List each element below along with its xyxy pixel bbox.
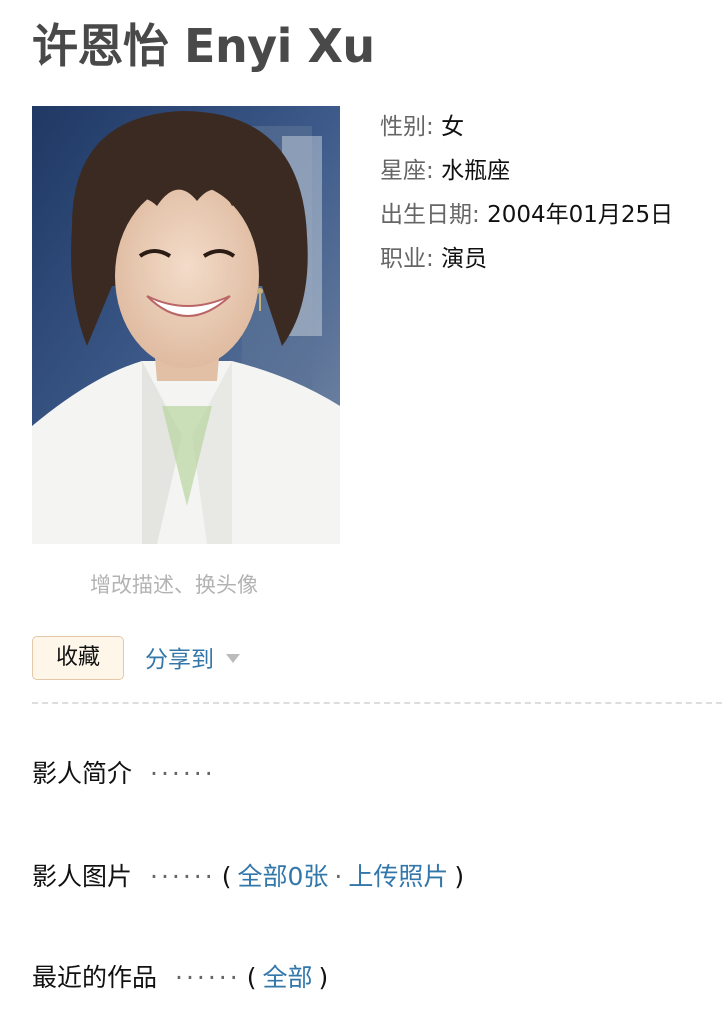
separator-dot: ·	[334, 862, 343, 891]
portrait-image	[32, 106, 340, 544]
collect-button[interactable]: 收藏	[32, 636, 124, 680]
share-label: 分享到	[145, 647, 214, 673]
all-photos-link[interactable]: 全部0张	[237, 862, 328, 891]
profile-photo[interactable]	[32, 106, 340, 544]
all-works-link[interactable]: 全部	[262, 963, 312, 992]
dashed-divider	[32, 702, 722, 704]
section-dots: ······	[175, 963, 241, 992]
info-key: 性别	[380, 114, 426, 140]
info-key: 出生日期	[380, 202, 472, 228]
share-dropdown[interactable]: 分享到	[145, 644, 240, 676]
info-list: 性别: 女 星座: 水瓶座 出生日期: 2004年01月25日 职业: 演员	[380, 110, 673, 286]
open-paren: (	[246, 963, 257, 992]
info-value: 演员	[441, 246, 488, 272]
section-recent-works: 最近的作品 ······(全部)	[32, 960, 334, 996]
open-paren: (	[221, 862, 232, 891]
caret-down-icon	[226, 654, 240, 663]
section-title: 最近的作品	[32, 963, 158, 992]
info-value: 女	[441, 114, 465, 140]
info-value: 2004年01月25日	[487, 202, 674, 228]
section-dots: ······	[150, 759, 216, 788]
info-occupation: 职业: 演员	[380, 246, 488, 272]
upload-photo-link[interactable]: 上传照片	[348, 862, 448, 891]
info-value: 水瓶座	[441, 158, 511, 184]
info-key: 星座	[380, 158, 426, 184]
section-title: 影人简介	[32, 759, 133, 788]
celebrity-page: 许恩怡 Enyi Xu 增改描述、换头像 性别: 女 星座: 水瓶座 出生日期:…	[0, 0, 722, 1028]
section-biography: 影人简介 ······	[32, 756, 216, 792]
close-paren: )	[318, 963, 329, 992]
info-zodiac: 星座: 水瓶座	[380, 158, 511, 184]
edit-description-link[interactable]: 增改描述、换头像	[90, 570, 258, 600]
page-title: 许恩怡 Enyi Xu	[32, 19, 375, 73]
close-paren: )	[454, 862, 465, 891]
section-dots: ······	[150, 862, 216, 891]
info-key: 职业	[380, 246, 426, 272]
info-gender: 性别: 女	[380, 114, 465, 140]
section-title: 影人图片	[32, 862, 133, 891]
section-photos: 影人图片 ······(全部0张 · 上传照片)	[32, 859, 470, 895]
info-birthdate: 出生日期: 2004年01月25日	[380, 202, 674, 228]
